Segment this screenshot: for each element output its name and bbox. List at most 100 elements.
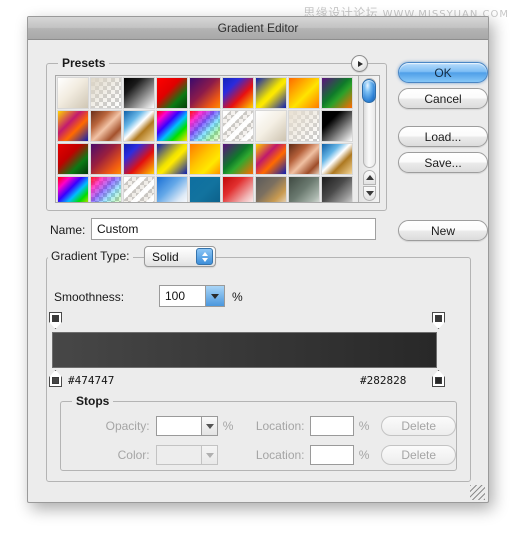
preset-swatch-spectrum[interactable]	[156, 110, 188, 142]
gradient-editor-dialog: Gradient Editor Presets OK Cancel Load..…	[27, 16, 489, 503]
delete-opacity-stop-button[interactable]: Delete	[381, 416, 457, 436]
preset-swatch-steel-blue-solid[interactable]	[189, 176, 221, 202]
color-label: Color:	[117, 448, 150, 462]
opacity-location-input[interactable]	[309, 416, 354, 436]
arrow-up-icon	[365, 175, 374, 180]
dialog-titlebar[interactable]: Gradient Editor	[28, 17, 488, 40]
smoothness-label: Smoothness:	[54, 290, 125, 304]
presets-group: Presets	[46, 55, 387, 211]
cancel-button[interactable]: Cancel	[398, 88, 488, 109]
preset-swatch-copper[interactable]	[90, 110, 122, 142]
color-stop-right[interactable]	[432, 370, 445, 387]
preset-swatch-transparent-stripes-2[interactable]	[123, 176, 155, 202]
preset-swatch-purple-orange[interactable]	[90, 143, 122, 175]
preset-swatch-red-green-dark[interactable]	[57, 143, 89, 175]
gradient-type-value: Solid	[152, 249, 179, 264]
stepper-updown-icon[interactable]	[196, 248, 213, 265]
preset-swatch-blue-red-yellow-2[interactable]	[123, 143, 155, 175]
color-location-input[interactable]	[309, 445, 354, 465]
save-button[interactable]: Save...	[398, 152, 488, 173]
scrollbar-thumb[interactable]	[362, 79, 377, 103]
color-stop-left[interactable]	[49, 370, 62, 387]
preset-swatch-copper-2[interactable]	[288, 143, 320, 175]
preset-swatch-grey-orange[interactable]	[255, 176, 287, 202]
opacity-input[interactable]	[155, 416, 203, 436]
resize-grip-icon[interactable]	[470, 485, 485, 500]
opacity-location-unit: %	[358, 419, 370, 433]
opacity-label: Opacity:	[105, 419, 150, 433]
page-title: Gradient Editor	[217, 21, 299, 35]
stops-legend: Stops	[72, 394, 114, 408]
preset-swatch-violet-green-orange-2[interactable]	[222, 143, 254, 175]
preset-swatch-red-green[interactable]	[156, 77, 188, 109]
preset-swatch-transparent-rainbow[interactable]	[189, 110, 221, 142]
chevron-down-icon[interactable]	[205, 286, 224, 306]
ok-button[interactable]: OK	[398, 62, 488, 83]
preset-swatch-background-to-transparent[interactable]	[288, 110, 320, 142]
stops-group: Stops Opacity: % Location: % Delete Colo…	[60, 394, 457, 471]
opacity-stop-right[interactable]	[432, 312, 445, 329]
new-button[interactable]: New	[398, 220, 488, 241]
smoothness-unit: %	[232, 290, 243, 304]
presets-well	[55, 75, 380, 203]
gradient-type-label: Gradient Type:	[48, 249, 133, 263]
presets-legend: Presets	[58, 56, 110, 70]
preset-swatch-chrome[interactable]	[123, 110, 155, 142]
stops-opacity-row: Opacity: % Location: % Delete	[61, 415, 457, 437]
color-stop-left-hex: #474747	[68, 374, 115, 387]
presets-scrollbar[interactable]	[358, 76, 379, 202]
color-stop-right-chip	[435, 377, 442, 384]
preset-swatch-violet-green-orange[interactable]	[321, 77, 353, 109]
preset-swatch-transparent-stripes[interactable]	[222, 110, 254, 142]
name-input[interactable]: Custom	[91, 218, 376, 240]
preset-swatch-foreground-to-transparent[interactable]	[90, 77, 122, 109]
color-stop-right-hex: #282828	[360, 374, 407, 387]
preset-swatch-black-white[interactable]	[123, 77, 155, 109]
arrow-down-icon	[365, 191, 374, 196]
preset-swatch-chrome-2[interactable]	[321, 143, 353, 175]
opacity-dropdown-icon[interactable]	[202, 416, 218, 436]
preset-swatch-blue-red-yellow[interactable]	[222, 77, 254, 109]
presets-menu-button[interactable]	[351, 55, 368, 72]
smoothness-input[interactable]: 100	[159, 285, 225, 307]
preset-swatch-black-grey[interactable]	[321, 176, 353, 202]
preset-swatch-green-grey[interactable]	[288, 176, 320, 202]
presets-swatch-pane[interactable]	[56, 76, 359, 202]
delete-color-stop-button[interactable]: Delete	[381, 445, 457, 465]
preset-swatch-black-white-sharp[interactable]	[321, 110, 353, 142]
gradient-preview-bar[interactable]	[52, 332, 437, 368]
opacity-stop-left[interactable]	[49, 312, 62, 329]
color-location-unit: %	[358, 448, 370, 462]
preset-swatch-blue-white[interactable]	[156, 176, 188, 202]
preset-swatch-violet-orange[interactable]	[189, 77, 221, 109]
preset-swatch-red-fade[interactable]	[222, 176, 254, 202]
preset-swatch-orange-yellow[interactable]	[189, 143, 221, 175]
smoothness-value: 100	[165, 289, 186, 303]
scrollbar-down-button[interactable]	[363, 186, 377, 201]
stops-color-row: Color: % Location: % Delete	[61, 444, 457, 466]
preset-swatch-yellow-violet-orange-blue-2[interactable]	[255, 143, 287, 175]
preset-swatch-foreground-to-background[interactable]	[57, 77, 89, 109]
opacity-stop-left-chip	[52, 315, 59, 322]
preset-swatch-blue-yellow-blue-2[interactable]	[156, 143, 188, 175]
color-dropdown-icon[interactable]	[202, 445, 218, 465]
name-label: Name:	[50, 223, 86, 237]
preset-swatch-spectrum-2[interactable]	[57, 176, 89, 202]
opacity-location-label: Location:	[255, 419, 305, 433]
dialog-body: Presets OK Cancel Load... Save... New Na…	[28, 40, 488, 503]
color-swatch-button[interactable]	[155, 445, 203, 465]
color-location-label: Location:	[255, 448, 305, 462]
preset-swatch-yellow-violet-orange-blue[interactable]	[57, 110, 89, 142]
scrollbar-up-button[interactable]	[363, 170, 377, 185]
presets-swatch-grid	[57, 77, 358, 202]
preset-swatch-orange-yellow-orange[interactable]	[288, 77, 320, 109]
color-stop-left-chip	[52, 377, 59, 384]
opacity-stop-right-chip	[435, 315, 442, 322]
load-button[interactable]: Load...	[398, 126, 488, 147]
preset-swatch-foreground-to-background-light[interactable]	[255, 110, 287, 142]
opacity-unit: %	[222, 419, 234, 433]
gradient-type-select[interactable]: Solid	[144, 246, 216, 267]
preset-swatch-transparent-rainbow-2[interactable]	[90, 176, 122, 202]
gradient-preview-fill	[53, 333, 436, 367]
preset-swatch-blue-yellow-blue[interactable]	[255, 77, 287, 109]
